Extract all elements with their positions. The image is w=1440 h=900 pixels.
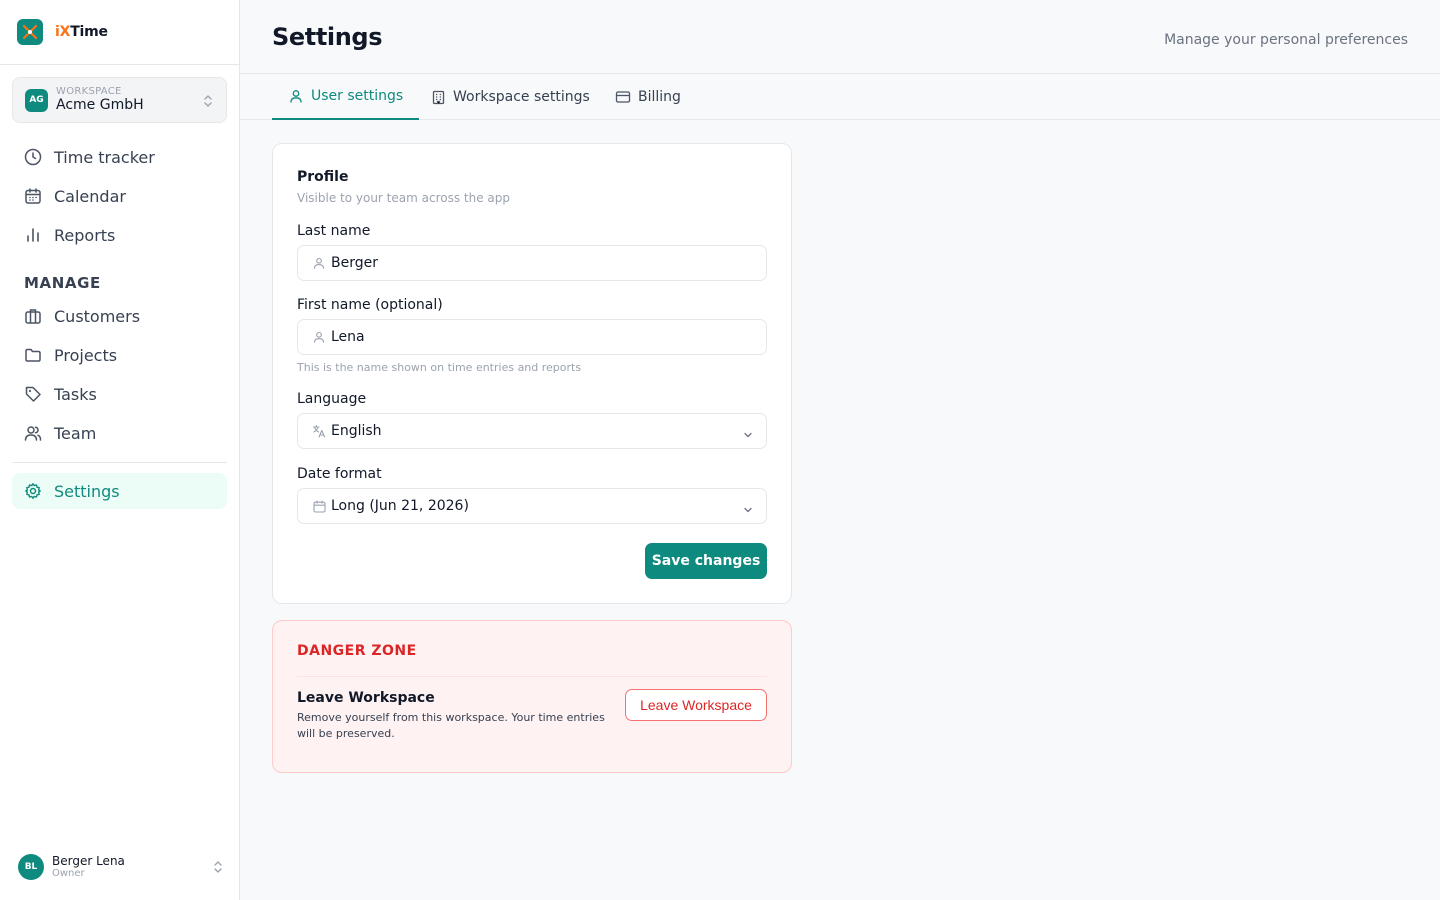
last-name-value: Berger (331, 255, 378, 271)
leave-workspace-description: Remove yourself from this workspace. You… (297, 711, 605, 740)
workspace-label: WORKSPACE (56, 86, 122, 97)
sidebar-item-label: Settings (54, 481, 120, 501)
profile-title: Profile (297, 169, 349, 185)
calendar-icon (312, 499, 326, 513)
settings-tabs: User settings Workspace settings Billing (240, 74, 1440, 120)
sidebar-item-label: Customers (54, 306, 141, 326)
chevron-down-icon (742, 501, 754, 520)
sidebar-section-label: MANAGE (24, 274, 101, 292)
page-title: Settings (272, 23, 383, 51)
workspace-switcher[interactable]: AG WORKSPACE Acme GmbH (12, 77, 227, 123)
sidebar-item-label: Team (54, 423, 97, 443)
brand: iXTime (0, 0, 239, 65)
danger-zone-card: DANGER ZONE Leave Workspace Remove yours… (272, 620, 792, 773)
language-select[interactable]: English (297, 413, 767, 449)
users-icon (24, 424, 42, 442)
danger-zone-divider (297, 676, 767, 677)
language-label: Language (297, 391, 367, 407)
sidebar-item-tasks[interactable]: Tasks (12, 376, 227, 412)
calendar-icon (24, 187, 42, 205)
manage-nav: Customers Projects Tasks Team (12, 298, 227, 454)
date-format-label: Date format (297, 466, 382, 482)
sidebar-item-customers[interactable]: Customers (12, 298, 227, 334)
credit-card-icon (615, 89, 631, 105)
sidebar-item-projects[interactable]: Projects (12, 337, 227, 373)
last-name-label: Last name (297, 223, 371, 239)
user-name: Berger Lena (52, 854, 125, 868)
tab-label: Workspace settings (453, 89, 590, 105)
chevrons-up-down-icon (212, 859, 224, 878)
sidebar: iXTime AG WORKSPACE Acme GmbH Time track… (0, 0, 240, 900)
app-logo-icon (17, 19, 43, 45)
primary-nav: Time tracker Calendar Reports (12, 139, 227, 256)
building-icon (430, 89, 446, 105)
page-header: Settings Manage your personal preference… (240, 0, 1440, 74)
workspace-name: Acme GmbH (56, 97, 144, 113)
clock-icon (24, 148, 42, 166)
sidebar-item-team[interactable]: Team (12, 415, 227, 451)
bar-chart-icon (24, 226, 42, 244)
leave-workspace-button[interactable]: Leave Workspace (625, 689, 767, 721)
danger-zone-title: DANGER ZONE (297, 643, 417, 659)
sidebar-item-label: Calendar (54, 186, 126, 206)
folder-icon (24, 346, 42, 364)
chevron-down-icon (742, 426, 754, 445)
sidebar-item-label: Tasks (54, 384, 97, 404)
user-role: Owner (52, 868, 85, 879)
tag-icon (24, 385, 42, 403)
profile-subtitle: Visible to your team across the app (297, 191, 510, 205)
tab-workspace-settings[interactable]: Workspace settings (414, 74, 606, 120)
avatar: BL (18, 854, 44, 880)
sidebar-item-settings[interactable]: Settings (12, 473, 227, 509)
user-icon (288, 88, 304, 104)
sidebar-item-reports[interactable]: Reports (12, 217, 227, 253)
date-format-select[interactable]: Long (Jun 21, 2026) (297, 488, 767, 524)
first-name-value: Lena (331, 329, 365, 345)
sidebar-item-time-tracker[interactable]: Time tracker (12, 139, 227, 175)
tab-label: User settings (311, 88, 404, 104)
user-icon (312, 256, 326, 270)
gear-icon (24, 482, 42, 500)
first-name-field[interactable]: Lena (297, 319, 767, 355)
save-button[interactable]: Save changes (645, 543, 767, 579)
profile-card: Profile Visible to your team across the … (272, 143, 792, 604)
date-format-value: Long (Jun 21, 2026) (331, 498, 469, 514)
leave-workspace-title: Leave Workspace (297, 690, 435, 706)
app-name: iXTime (55, 24, 108, 40)
settings-nav: Settings (12, 473, 227, 512)
tab-billing[interactable]: Billing (599, 74, 697, 120)
first-name-label: First name (optional) (297, 297, 443, 313)
briefcase-icon (24, 307, 42, 325)
language-value: English (331, 423, 382, 439)
name-help-text: This is the name shown on time entries a… (297, 361, 582, 374)
sidebar-item-calendar[interactable]: Calendar (12, 178, 227, 214)
main-content: Settings Manage your personal preference… (240, 0, 1440, 900)
page-subtitle: Manage your personal preferences (1164, 32, 1408, 48)
workspace-avatar: AG (25, 88, 48, 112)
chevrons-up-down-icon (202, 93, 214, 112)
translate-icon (312, 424, 326, 438)
tab-label: Billing (638, 89, 681, 105)
user-menu[interactable]: BL Berger Lena Owner (18, 853, 228, 881)
sidebar-item-label: Reports (54, 225, 116, 245)
user-icon (312, 330, 326, 344)
sidebar-item-label: Projects (54, 345, 118, 365)
tab-user-settings[interactable]: User settings (272, 74, 420, 120)
sidebar-item-label: Time tracker (54, 147, 155, 167)
last-name-field[interactable]: Berger (297, 245, 767, 281)
sidebar-divider (12, 462, 227, 463)
